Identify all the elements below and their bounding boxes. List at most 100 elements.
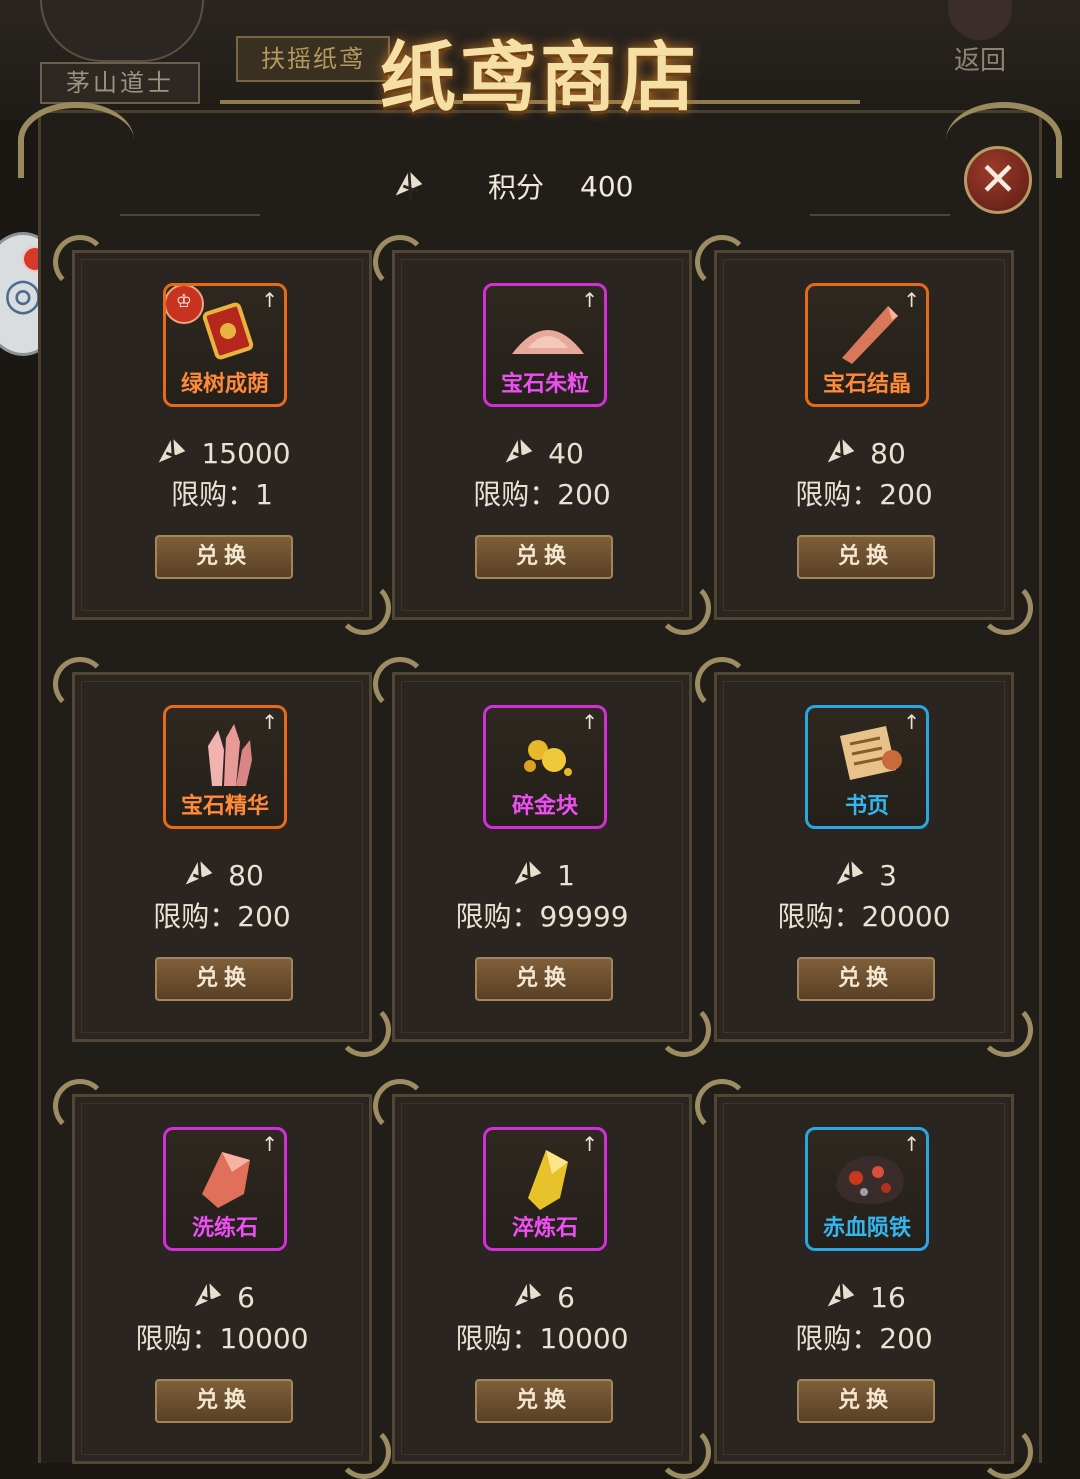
exchange-button[interactable]: 兑换: [475, 1379, 613, 1423]
card-corner-ornament: [979, 1425, 1033, 1479]
card-corner-ornament: [337, 1425, 391, 1479]
price-value: 6: [237, 1280, 255, 1314]
back-icon: [948, 0, 1012, 40]
purchase-limit: 限购：10000: [455, 1322, 629, 1355]
price-value: 40: [548, 436, 584, 470]
points-bar: 积分 400: [390, 158, 690, 214]
item-price: 3: [717, 855, 1011, 895]
shop-item-card: ↑ 宝石精华 80 限购：200 兑换: [53, 657, 391, 1057]
card-corner-ornament: [337, 581, 391, 635]
price-value: 3: [879, 858, 897, 892]
item-slot[interactable]: ↑ 洗练石: [163, 1127, 287, 1251]
kite-icon: [509, 856, 547, 894]
close-button[interactable]: ✕: [964, 146, 1032, 214]
item-price: 1: [395, 855, 689, 895]
exchange-button[interactable]: 兑换: [797, 957, 935, 1001]
header-divider-right: [810, 214, 950, 216]
kite-icon: [509, 1278, 547, 1316]
item-name: 宝石朱粒: [500, 372, 589, 397]
crystal-shard-icon: [830, 298, 910, 368]
item-price: 15000: [75, 433, 369, 473]
item-price: 6: [75, 1277, 369, 1317]
price-value: 1: [557, 858, 575, 892]
kite-icon: [822, 1278, 860, 1316]
purchase-limit: 限购：200: [795, 478, 933, 511]
scroll-icon: [830, 720, 910, 790]
exchange-button[interactable]: 兑换: [155, 535, 293, 579]
item-slot[interactable]: ↑ 碎金块: [483, 705, 607, 829]
shop-item-card: ♔ ↑ 绿树成荫 15000 限购：1 兑换: [53, 235, 391, 635]
exchange-button[interactable]: 兑换: [155, 1379, 293, 1423]
item-name: 宝石结晶: [822, 372, 911, 397]
exchange-button[interactable]: 兑换: [797, 1379, 935, 1423]
shop-item-card: ↑ 洗练石 6 限购：10000 兑换: [53, 1079, 391, 1479]
exchange-button[interactable]: 兑换: [475, 535, 613, 579]
purchase-limit: 限购：200: [473, 478, 611, 511]
back-label: 返回: [953, 46, 1006, 76]
card-corner-ornament: [53, 235, 107, 289]
item-name: 赤血陨铁: [822, 1216, 911, 1241]
card-corner-ornament: [695, 657, 749, 711]
kite-icon: [180, 856, 218, 894]
item-slot[interactable]: ♔ ↑ 绿树成荫: [163, 283, 287, 407]
card-corner-ornament: [657, 1003, 711, 1057]
shop-item-card: ↑ 书页 3 限购：20000 兑换: [695, 657, 1033, 1057]
kite-icon: [390, 167, 428, 205]
item-slot[interactable]: ↑ 赤血陨铁: [805, 1127, 929, 1251]
card-corner-ornament: [695, 1079, 749, 1133]
item-slot[interactable]: ↑ 淬炼石: [483, 1127, 607, 1251]
shop-item-card: ↑ 赤血陨铁 16 限购：200 兑换: [695, 1079, 1033, 1479]
card-corner-ornament: [53, 1079, 107, 1133]
exchange-button[interactable]: 兑换: [155, 957, 293, 1001]
item-slot[interactable]: ↑ 宝石结晶: [805, 283, 929, 407]
purchase-limit: 限购：10000: [135, 1322, 309, 1355]
price-value: 80: [228, 858, 264, 892]
price-value: 80: [870, 436, 906, 470]
card-corner-ornament: [373, 1079, 427, 1133]
purchase-limit: 限购：200: [795, 1322, 933, 1355]
points-value: 400: [580, 169, 634, 203]
yellow-gem-icon: [508, 1142, 588, 1212]
purchase-limit: 限购：1: [171, 478, 273, 511]
card-corner-ornament: [657, 581, 711, 635]
card-corner-ornament: [979, 581, 1033, 635]
price-value: 6: [557, 1280, 575, 1314]
panel-ornament-left: [18, 102, 134, 178]
exchange-button[interactable]: 兑换: [797, 535, 935, 579]
item-price: 6: [395, 1277, 689, 1317]
item-name: 宝石精华: [180, 794, 269, 819]
purchase-limit: 限购：99999: [455, 900, 629, 933]
item-price: 80: [75, 855, 369, 895]
close-icon: ✕: [978, 152, 1018, 206]
card-corner-ornament: [373, 235, 427, 289]
item-name: 淬炼石: [511, 1216, 578, 1241]
item-price: 16: [717, 1277, 1011, 1317]
price-value: 16: [870, 1280, 906, 1314]
card-corner-ornament: [337, 1003, 391, 1057]
shop-item-card: ↑ 宝石结晶 80 限购：200 兑换: [695, 235, 1033, 635]
exchange-button[interactable]: 兑换: [475, 957, 613, 1001]
purchase-limit: 限购：20000: [777, 900, 951, 933]
card-corner-ornament: [979, 1003, 1033, 1057]
item-name: 洗练石: [191, 1216, 258, 1241]
back-button[interactable]: 返回: [930, 0, 1030, 80]
points-label: 积分: [488, 171, 545, 204]
kite-icon: [500, 434, 538, 472]
swirl-icon: ◎: [3, 268, 43, 320]
item-price: 80: [717, 433, 1011, 473]
item-slot[interactable]: ↑ 书页: [805, 705, 929, 829]
kite-icon: [153, 434, 191, 472]
item-slot[interactable]: ↑ 宝石精华: [163, 705, 287, 829]
item-name: 碎金块: [511, 794, 578, 819]
item-slot[interactable]: ↑ 宝石朱粒: [483, 283, 607, 407]
shop-item-card: ↑ 淬炼石 6 限购：10000 兑换: [373, 1079, 711, 1479]
card-corner-ornament: [657, 1425, 711, 1479]
kite-icon: [831, 856, 869, 894]
card-corner-ornament: [373, 657, 427, 711]
red-gem-icon: [188, 1142, 268, 1212]
gold-nuggets-icon: [508, 720, 588, 790]
token-icon: [188, 298, 268, 368]
sand-pile-icon: [508, 298, 588, 368]
item-name: 绿树成荫: [180, 372, 269, 397]
kite-icon: [822, 434, 860, 472]
